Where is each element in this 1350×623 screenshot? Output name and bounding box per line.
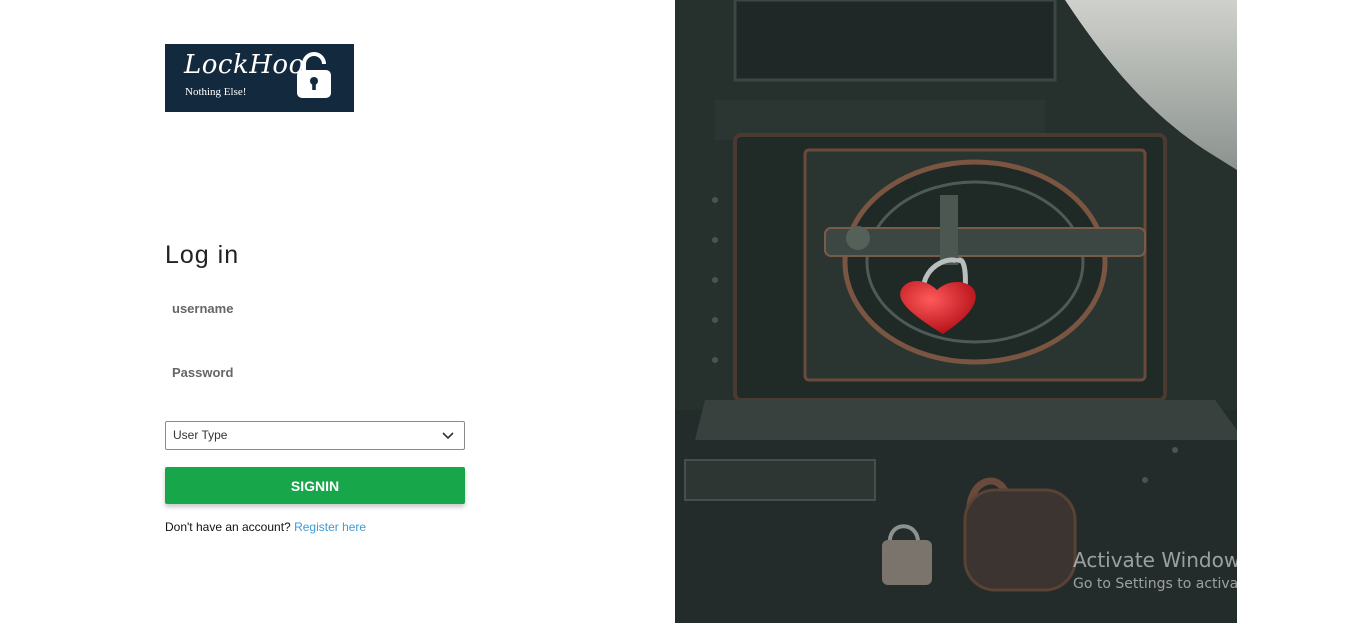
user-type-selected: User Type <box>173 428 228 442</box>
page-title: Log in <box>165 241 240 269</box>
username-input[interactable] <box>165 295 465 321</box>
brand-tagline: Nothing Else! <box>185 86 247 98</box>
signin-button[interactable]: SIGNIN <box>165 467 465 504</box>
brand-name: LockHoo <box>184 50 305 80</box>
password-input[interactable] <box>165 359 465 385</box>
chevron-down-icon <box>442 432 454 440</box>
no-account-text: Don't have an account? <box>165 520 291 534</box>
user-type-select[interactable]: User Type <box>165 421 465 450</box>
hero-photo <box>675 0 1237 623</box>
padlocks-photo <box>675 0 1237 623</box>
brand-logo: LockHoo Nothing Else! <box>165 44 354 112</box>
register-prompt: Don't have an account? Register here <box>165 520 366 534</box>
register-link[interactable]: Register here <box>294 520 366 534</box>
padlock-icon <box>297 52 331 98</box>
